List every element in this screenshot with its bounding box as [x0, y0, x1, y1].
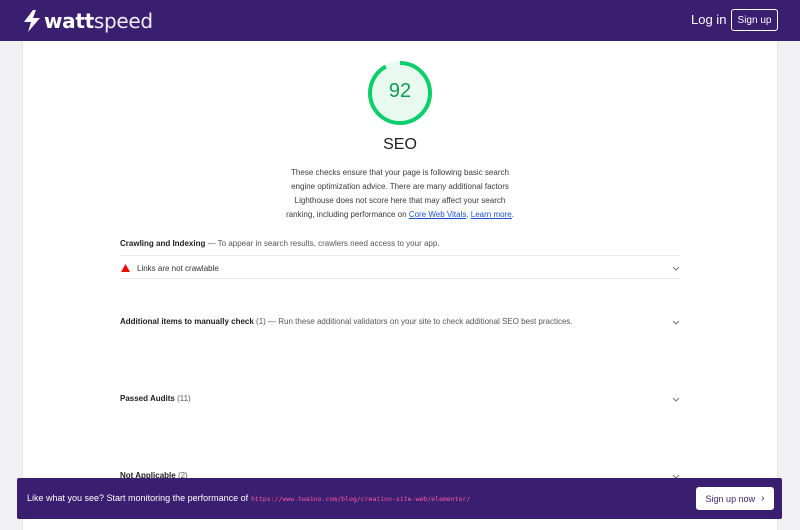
core-web-vitals-link[interactable]: Core Web Vitals	[409, 210, 467, 219]
section-crawling-indexing: Crawling and Indexing — To appear in sea…	[120, 239, 440, 248]
chevron-down-icon[interactable]	[672, 397, 680, 402]
chevron-down-icon[interactable]	[672, 320, 680, 325]
monitoring-banner: Like what you see? Start monitoring the …	[17, 478, 782, 519]
section-manual-checks[interactable]: Additional items to manually check (1) —…	[120, 317, 573, 326]
brand-name: wattspeed	[44, 8, 153, 33]
category-title: SEO	[383, 136, 417, 153]
divider	[120, 278, 680, 279]
category-description: These checks ensure that your page is fo…	[286, 168, 514, 219]
audit-links-not-crawlable[interactable]: Links are not crawlable	[120, 258, 680, 278]
login-link[interactable]: Log in	[691, 12, 726, 27]
monitored-url: https://www.twaino.com/blog/creation-sit…	[251, 495, 471, 503]
fail-triangle-icon	[121, 264, 130, 272]
sign-up-now-button[interactable]: Sign up now ›	[696, 487, 774, 510]
divider	[120, 255, 680, 256]
wattspeed-logo[interactable]: wattspeed	[22, 9, 153, 33]
score-value: 92	[388, 80, 412, 102]
chevron-down-icon[interactable]	[672, 266, 680, 271]
chevron-right-icon: ›	[761, 493, 765, 504]
audit-label: Links are not crawlable	[137, 263, 219, 273]
banner-message: Like what you see? Start monitoring the …	[27, 493, 471, 503]
learn-more-link[interactable]: Learn more	[471, 210, 512, 219]
top-navbar: wattspeed Log in Sign up	[0, 0, 800, 41]
signup-button[interactable]: Sign up	[731, 9, 778, 31]
lightning-bolt-icon	[24, 9, 40, 32]
section-passed-audits[interactable]: Passed Audits (11)	[120, 394, 191, 403]
